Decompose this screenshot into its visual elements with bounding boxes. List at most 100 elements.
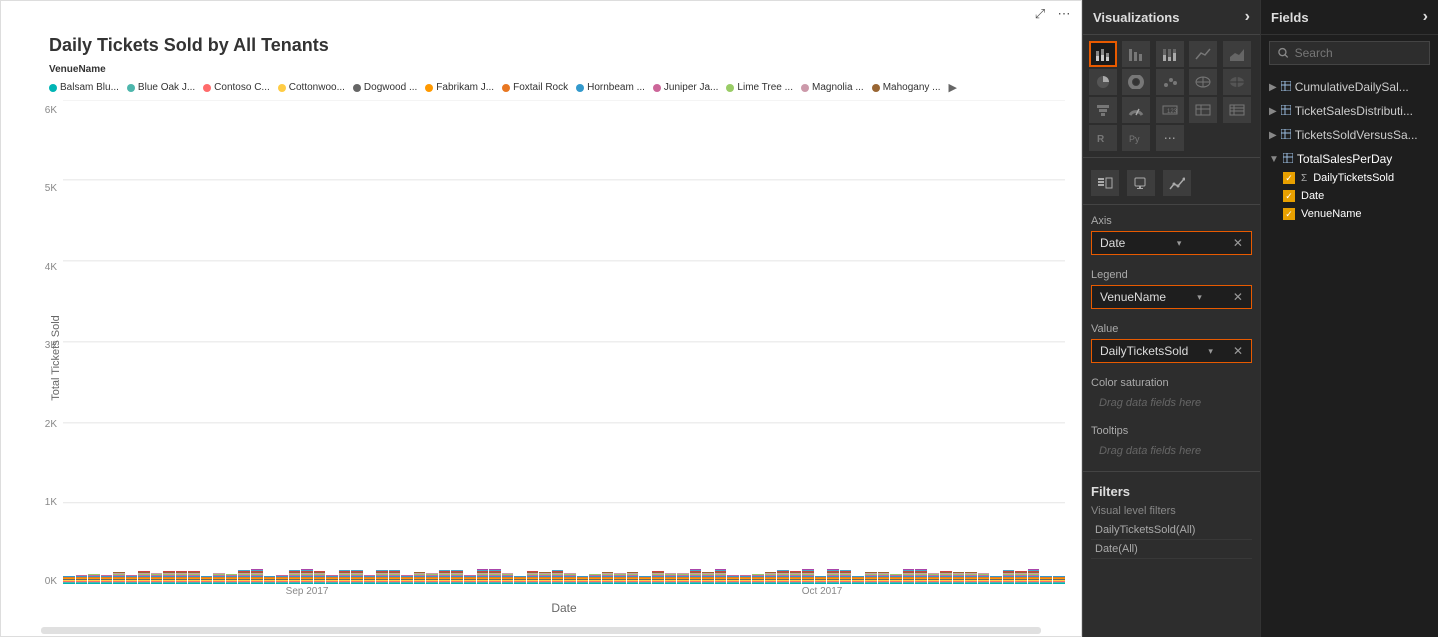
bar[interactable] bbox=[614, 573, 626, 584]
bar[interactable] bbox=[314, 571, 326, 584]
bar[interactable] bbox=[376, 570, 388, 584]
bar[interactable] bbox=[928, 573, 940, 584]
bar[interactable] bbox=[1003, 570, 1015, 584]
bar[interactable] bbox=[439, 570, 451, 584]
bar[interactable] bbox=[802, 569, 814, 584]
bar[interactable] bbox=[827, 569, 839, 584]
bar[interactable] bbox=[88, 574, 100, 584]
bar[interactable] bbox=[903, 569, 915, 584]
field-item-1[interactable]: ✓Date bbox=[1261, 187, 1438, 205]
viz-python-icon[interactable]: Py bbox=[1122, 125, 1150, 151]
field-group-header-3[interactable]: ▼TotalSalesPerDay bbox=[1261, 149, 1438, 169]
viz-more-icon[interactable]: ⋯ bbox=[1156, 125, 1184, 151]
bar[interactable] bbox=[890, 574, 902, 584]
filter-item-1[interactable]: Date(All) bbox=[1091, 540, 1252, 559]
bar[interactable] bbox=[126, 575, 138, 584]
bar[interactable] bbox=[276, 575, 288, 584]
viz-scatter-icon[interactable] bbox=[1156, 69, 1184, 95]
bar[interactable] bbox=[752, 574, 764, 584]
viz-filled-map-icon[interactable] bbox=[1223, 69, 1251, 95]
filter-item-0[interactable]: DailyTicketsSold(All) bbox=[1091, 521, 1252, 540]
bar[interactable] bbox=[289, 570, 301, 584]
viz-table-icon[interactable] bbox=[1189, 97, 1217, 123]
viz-format-analytics-icon[interactable] bbox=[1163, 170, 1191, 196]
bar[interactable] bbox=[188, 571, 200, 584]
bar[interactable] bbox=[264, 576, 276, 584]
viz-value-field[interactable]: DailyTicketsSold ▾ ✕ bbox=[1091, 339, 1252, 363]
bar[interactable] bbox=[589, 574, 601, 584]
bar[interactable] bbox=[527, 571, 539, 584]
more-options-icon[interactable]: ⋯ bbox=[1055, 5, 1073, 23]
bar[interactable] bbox=[965, 572, 977, 584]
field-item-2[interactable]: ✓VenueName bbox=[1261, 205, 1438, 223]
bar[interactable] bbox=[1040, 576, 1052, 584]
bar[interactable] bbox=[514, 576, 526, 584]
viz-gauge-icon[interactable] bbox=[1122, 97, 1150, 123]
bar[interactable] bbox=[990, 576, 1002, 584]
viz-bar-icon[interactable] bbox=[1122, 41, 1150, 67]
viz-stacked-bar-icon[interactable] bbox=[1089, 41, 1117, 67]
bar[interactable] bbox=[389, 570, 401, 584]
bar[interactable] bbox=[777, 570, 789, 584]
bar[interactable] bbox=[564, 573, 576, 584]
bar[interactable] bbox=[489, 569, 501, 584]
focus-mode-icon[interactable]: ⤢ bbox=[1031, 5, 1049, 23]
bar[interactable] bbox=[401, 575, 413, 584]
bar[interactable] bbox=[138, 571, 150, 584]
bar[interactable] bbox=[464, 575, 476, 584]
fields-search-box[interactable] bbox=[1269, 41, 1430, 65]
bar[interactable] bbox=[815, 576, 827, 584]
bar[interactable] bbox=[765, 572, 777, 584]
viz-funnel-icon[interactable] bbox=[1089, 97, 1117, 123]
bar[interactable] bbox=[451, 570, 463, 584]
field-group-header-1[interactable]: ▶TicketSalesDistributi... bbox=[1261, 101, 1438, 121]
field-item-0[interactable]: ✓ΣDailyTicketsSold bbox=[1261, 169, 1438, 187]
bar[interactable] bbox=[539, 572, 551, 584]
bar[interactable] bbox=[176, 571, 188, 584]
viz-card-icon[interactable]: 123 bbox=[1156, 97, 1184, 123]
bar[interactable] bbox=[364, 575, 376, 584]
viz-100pct-bar-icon[interactable] bbox=[1156, 41, 1184, 67]
bar[interactable] bbox=[76, 575, 88, 584]
viz-legend-field[interactable]: VenueName ▾ ✕ bbox=[1091, 285, 1252, 309]
bar[interactable] bbox=[1053, 576, 1065, 584]
bar[interactable] bbox=[627, 572, 639, 584]
viz-r-icon[interactable]: R bbox=[1089, 125, 1117, 151]
bar[interactable] bbox=[639, 576, 651, 584]
bar[interactable] bbox=[301, 569, 313, 584]
bar[interactable] bbox=[740, 575, 752, 584]
chart-scrollbar[interactable] bbox=[41, 627, 1041, 634]
legend-more-arrow[interactable]: ▶ bbox=[949, 81, 957, 94]
viz-format-paint-icon[interactable] bbox=[1127, 170, 1155, 196]
viz-map-icon[interactable] bbox=[1189, 69, 1217, 95]
bar[interactable] bbox=[577, 576, 589, 584]
bar[interactable] bbox=[477, 569, 489, 584]
fields-search-input[interactable] bbox=[1295, 46, 1421, 60]
bar[interactable] bbox=[502, 573, 514, 584]
bar[interactable] bbox=[201, 576, 213, 584]
bar[interactable] bbox=[226, 574, 238, 584]
bar[interactable] bbox=[677, 573, 689, 584]
bar[interactable] bbox=[652, 571, 664, 584]
bar[interactable] bbox=[326, 575, 338, 584]
bar[interactable] bbox=[151, 573, 163, 584]
bar[interactable] bbox=[878, 572, 890, 584]
viz-donut-icon[interactable] bbox=[1122, 69, 1150, 95]
bar[interactable] bbox=[1028, 569, 1040, 584]
bar[interactable] bbox=[238, 570, 250, 584]
field-group-header-0[interactable]: ▶CumulativeDailySal... bbox=[1261, 77, 1438, 97]
bar[interactable] bbox=[715, 569, 727, 584]
bar[interactable] bbox=[101, 575, 113, 584]
viz-panel-chevron[interactable]: › bbox=[1245, 8, 1250, 26]
bar[interactable] bbox=[840, 570, 852, 584]
bar[interactable] bbox=[351, 570, 363, 584]
bar[interactable] bbox=[213, 573, 225, 584]
viz-value-remove[interactable]: ✕ bbox=[1233, 344, 1243, 358]
bar[interactable] bbox=[602, 572, 614, 584]
bar[interactable] bbox=[1015, 571, 1027, 584]
bar[interactable] bbox=[790, 571, 802, 584]
bar[interactable] bbox=[113, 572, 125, 584]
field-group-header-2[interactable]: ▶TicketsSoldVersusSa... bbox=[1261, 125, 1438, 145]
bar[interactable] bbox=[940, 571, 952, 584]
bar[interactable] bbox=[727, 575, 739, 584]
